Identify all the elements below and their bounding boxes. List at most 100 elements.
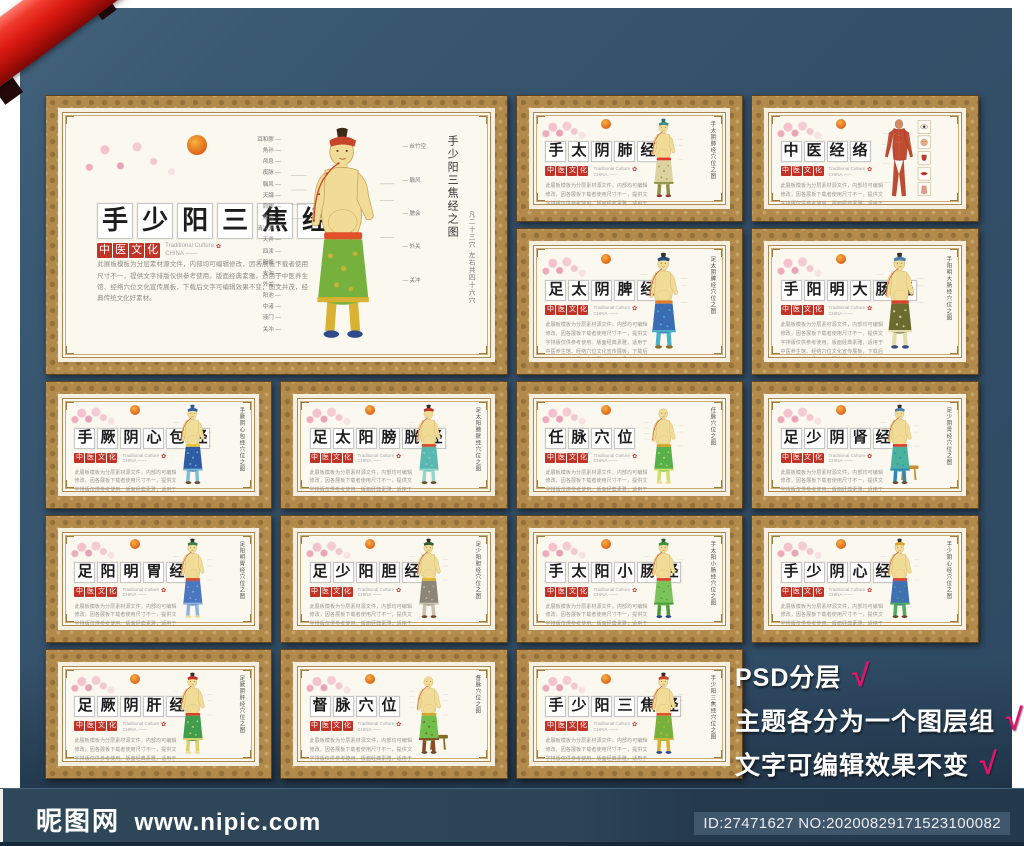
vertical-caption: 手少阳三焦经穴位之图 [708, 675, 716, 740]
red-seal-stamp: 化 [343, 721, 353, 731]
red-seal-stamp: 中 [310, 587, 320, 597]
sun-icon [836, 405, 846, 415]
red-seal-stamp: 医 [556, 453, 566, 463]
figure-body [650, 252, 678, 348]
description-text: 此展板模板为分层素材源文件，内部均可编辑修改，因各展板下载者使用尺寸不一，提供文… [781, 469, 883, 492]
face-thumbnail [918, 135, 930, 148]
sun-icon [836, 119, 846, 129]
card-paper: 足少阳胆经 中医文化Traditional CultureCHINA ——✿ 此… [297, 532, 491, 626]
poster-card-large-intestine: 手阳明大肠经 中医文化Traditional CultureCHINA ——✿ … [751, 228, 979, 375]
meridian-figure [285, 123, 400, 348]
title-char: 经 [827, 141, 848, 162]
description-text: 此展板模板为分层素材源文件，内部均可编辑修改，因各展板下载者使用尺寸不一，提供文… [74, 737, 176, 762]
meridian-figure [871, 538, 929, 622]
acupoint-label: 三阳络 — [257, 258, 281, 266]
description-text: 此展板模板为分层素材源文件，内部均可编辑修改，因各展板下载者使用尺寸不一，提供文… [310, 737, 412, 762]
figure-body [652, 118, 675, 197]
seal-caption: Traditional CultureCHINA —— [358, 587, 395, 598]
red-seal-stamp: 中 [74, 453, 84, 463]
meridian-figure-illustration [871, 538, 929, 622]
acupoint-label: 翳风 — [263, 180, 281, 188]
figure-body [652, 672, 676, 753]
title-char: 肾 [850, 428, 871, 449]
card-mat: 手厥阴心包经 中医文化Traditional CultureCHINA ——✿ … [58, 394, 259, 496]
vertical-caption: 足太阳膀胱经穴位之图 [473, 407, 481, 472]
acupoint-label: 耳和髎 — [257, 135, 281, 143]
meridian-figure [635, 672, 692, 758]
title-char: 阳 [804, 280, 825, 301]
meridian-figure [400, 538, 458, 622]
card-mat: 手太阴肺经 中医文化Traditional CultureCHINA ——✿ 此… [529, 108, 730, 209]
seal-caption: Traditional CultureCHINA —— [829, 453, 866, 464]
vertical-caption: 手太阳小肠经穴位之图 [708, 541, 716, 606]
red-seal-stamp: 化 [814, 305, 824, 315]
poster-card-gallbladder: 足少阳胆经 中医文化Traditional CultureCHINA ——✿ 此… [280, 515, 508, 643]
meridian-figure-illustration [635, 538, 692, 622]
title-char: 阴 [827, 562, 848, 583]
title-char: 脉 [333, 696, 354, 717]
acupoint-label: 角孙 — [263, 146, 281, 154]
red-seal-stamp: 文 [803, 166, 813, 176]
title-char: 阳 [177, 203, 213, 239]
throat-thumbnail [918, 182, 930, 195]
meridian-figure [635, 118, 692, 201]
card-paper: 足阳明胃经 中医文化Traditional CultureCHINA ——✿ 此… [62, 532, 255, 626]
sun-icon [365, 674, 375, 684]
title-char: 膀 [379, 428, 400, 449]
title-char: 肺 [614, 141, 635, 162]
card-paper: 中医经络 中医文化Traditional CultureCHINA ——✿ 此展… [768, 112, 962, 205]
seal-caption: Traditional CultureCHINA —— [165, 243, 214, 258]
seal-caption: Traditional CultureCHINA —— [122, 453, 159, 464]
title-char: 手 [545, 141, 566, 162]
vertical-caption: 足厥阴肝经穴位之图 [237, 675, 245, 734]
sun-icon [187, 135, 207, 155]
anatomy-figure-illustration [854, 118, 954, 200]
figure-body [885, 252, 913, 348]
description-text: 此展板模板为分层素材源文件，内部均可编辑修改，因各展板下载者使用尺寸不一，提供文… [74, 603, 176, 626]
title-char: 穴 [591, 428, 612, 449]
red-seal-stamp: 中 [97, 243, 112, 258]
meridian-figure-illustration [635, 118, 692, 201]
figure-body [652, 408, 675, 483]
title-char: 足 [545, 280, 566, 301]
sun-icon [365, 405, 375, 415]
red-seal-stamp: 化 [145, 243, 160, 258]
description-text: 此展板模板为分层素材源文件，内部均可编辑修改，因各展板下载者使用尺寸不一，提供文… [74, 469, 176, 492]
title-char: 足 [781, 428, 802, 449]
red-seal-stamp: 文 [567, 453, 577, 463]
red-seal-stamp: 医 [556, 721, 566, 731]
anatomy-figure [854, 118, 954, 200]
red-seal-stamp: 文 [332, 587, 342, 597]
acupoint-label: 外关 — [263, 280, 281, 288]
title-char: 小 [614, 562, 635, 583]
red-seal-stamp: 医 [85, 721, 95, 731]
site-url: www.nipic.com [134, 809, 321, 836]
red-seal-stamp: 文 [567, 305, 577, 315]
sun-icon [601, 539, 611, 549]
description-text: 此展板模板为分层素材源文件，内部均可编辑修改，因各展板下载者使用尺寸不一，提供文… [781, 603, 883, 626]
red-seal-stamp: 化 [343, 587, 353, 597]
title-char: 手 [545, 696, 566, 717]
title-char: 太 [333, 428, 354, 449]
seal-caption: Traditional CultureCHINA —— [358, 721, 395, 732]
title-char: 位 [614, 428, 635, 449]
vertical-caption: 督脉穴位之图 [473, 675, 481, 714]
red-seal-stamp: 医 [113, 243, 128, 258]
card-mat: 足少阳胆经 中医文化Traditional CultureCHINA ——✿ 此… [293, 528, 495, 630]
red-seal-stamp: 文 [96, 587, 106, 597]
title-char: 阴 [591, 280, 612, 301]
meridian-figure-illustration [164, 672, 221, 758]
card-mat: 足太阴脾经 中医文化Traditional CultureCHINA ——✿ 此… [529, 241, 730, 362]
poster-card-jingluo: 中医经络 中医文化Traditional CultureCHINA ——✿ 此展… [751, 95, 979, 222]
figure-body [417, 404, 440, 483]
red-seal-stamp: 医 [321, 453, 331, 463]
card-paper: 足少阴肾经 中医文化Traditional CultureCHINA ——✿ 此… [768, 398, 962, 492]
card-mat: 足厥阴肝经 中医文化Traditional CultureCHINA ——✿ 此… [58, 662, 259, 766]
red-seal-stamp: 医 [321, 721, 331, 731]
figure-body [181, 672, 205, 753]
vertical-caption: 手少阳三焦经之图 [444, 135, 460, 239]
tongue-thumbnail [918, 151, 930, 164]
card-paper: 足太阴脾经 中医文化Traditional CultureCHINA ——✿ 此… [533, 245, 726, 358]
acupoint-label: — 外关 [402, 242, 420, 250]
acupoint-label: — 臑会 [402, 209, 420, 217]
